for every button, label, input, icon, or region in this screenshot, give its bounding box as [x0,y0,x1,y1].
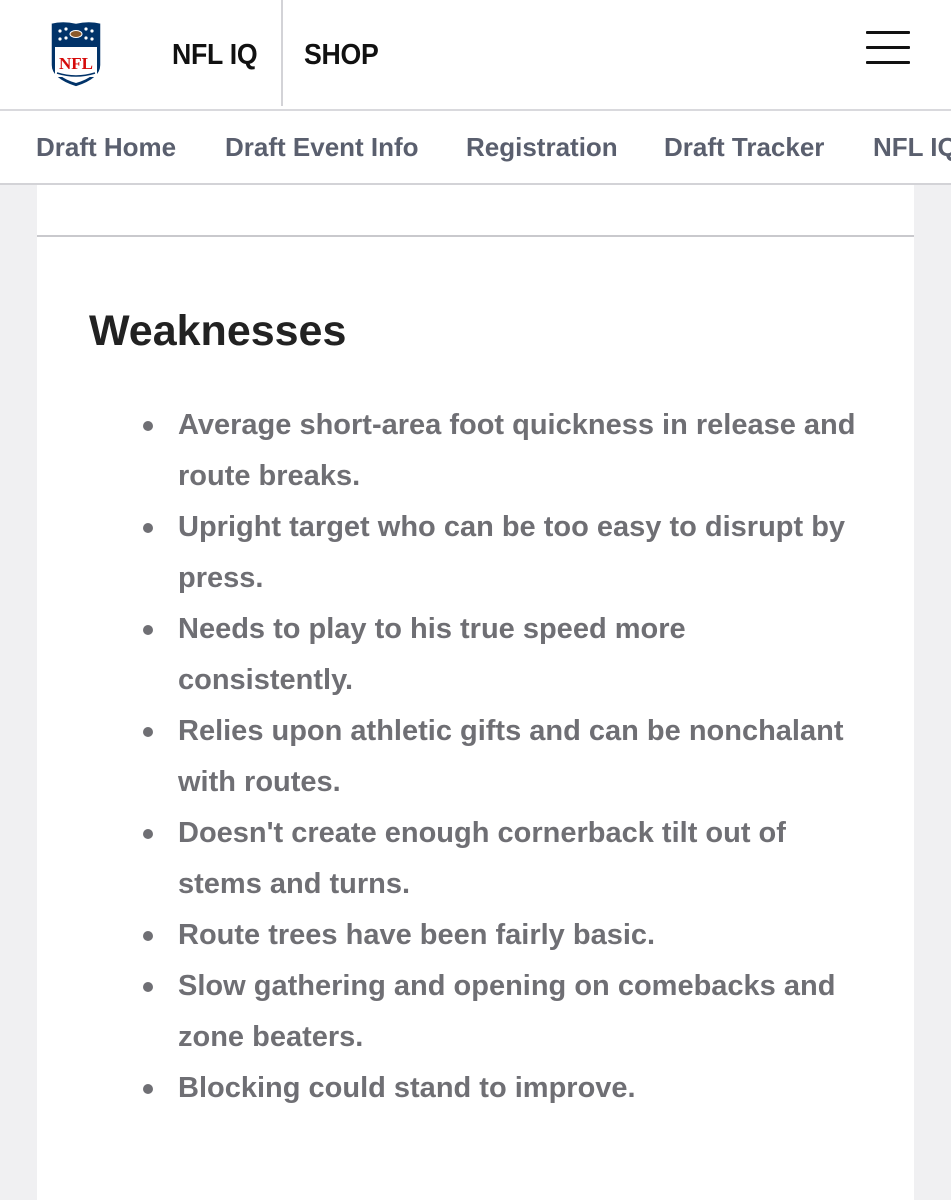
nav-link-shop[interactable]: SHOP [304,38,379,72]
list-item: Upright target who can be too easy to di… [140,502,860,604]
sub-nav-nfl-iq[interactable]: NFL IQ [873,131,951,163]
nfl-shield-logo-icon[interactable]: NFL [48,19,104,89]
header-divider [281,0,283,106]
sub-nav-draft-event-info[interactable]: Draft Event Info [225,131,419,163]
list-item: Average short-area foot quickness in rel… [140,400,860,502]
section-divider [37,235,914,237]
hamburger-menu-icon[interactable] [866,31,910,65]
list-item: Blocking could stand to improve. [140,1063,860,1114]
list-item: Relies upon athletic gifts and can be no… [140,706,860,808]
sub-nav-registration[interactable]: Registration [466,131,618,163]
weaknesses-list: Average short-area foot quickness in rel… [140,400,860,1114]
list-item: Needs to play to his true speed more con… [140,604,860,706]
sub-nav-draft-tracker[interactable]: Draft Tracker [664,131,824,163]
top-header: NFL NFL IQ SHOP [0,0,951,111]
section-title: Weaknesses [89,307,347,355]
draft-sub-nav: Draft Home Draft Event Info Registration… [0,111,951,185]
sub-nav-draft-home[interactable]: Draft Home [36,131,176,163]
nav-link-nfl-iq[interactable]: NFL IQ [172,38,258,72]
svg-text:NFL: NFL [59,54,93,73]
list-item: Slow gathering and opening on comebacks … [140,961,860,1063]
list-item: Route trees have been fairly basic. [140,910,860,961]
list-item: Doesn't create enough cornerback tilt ou… [140,808,860,910]
